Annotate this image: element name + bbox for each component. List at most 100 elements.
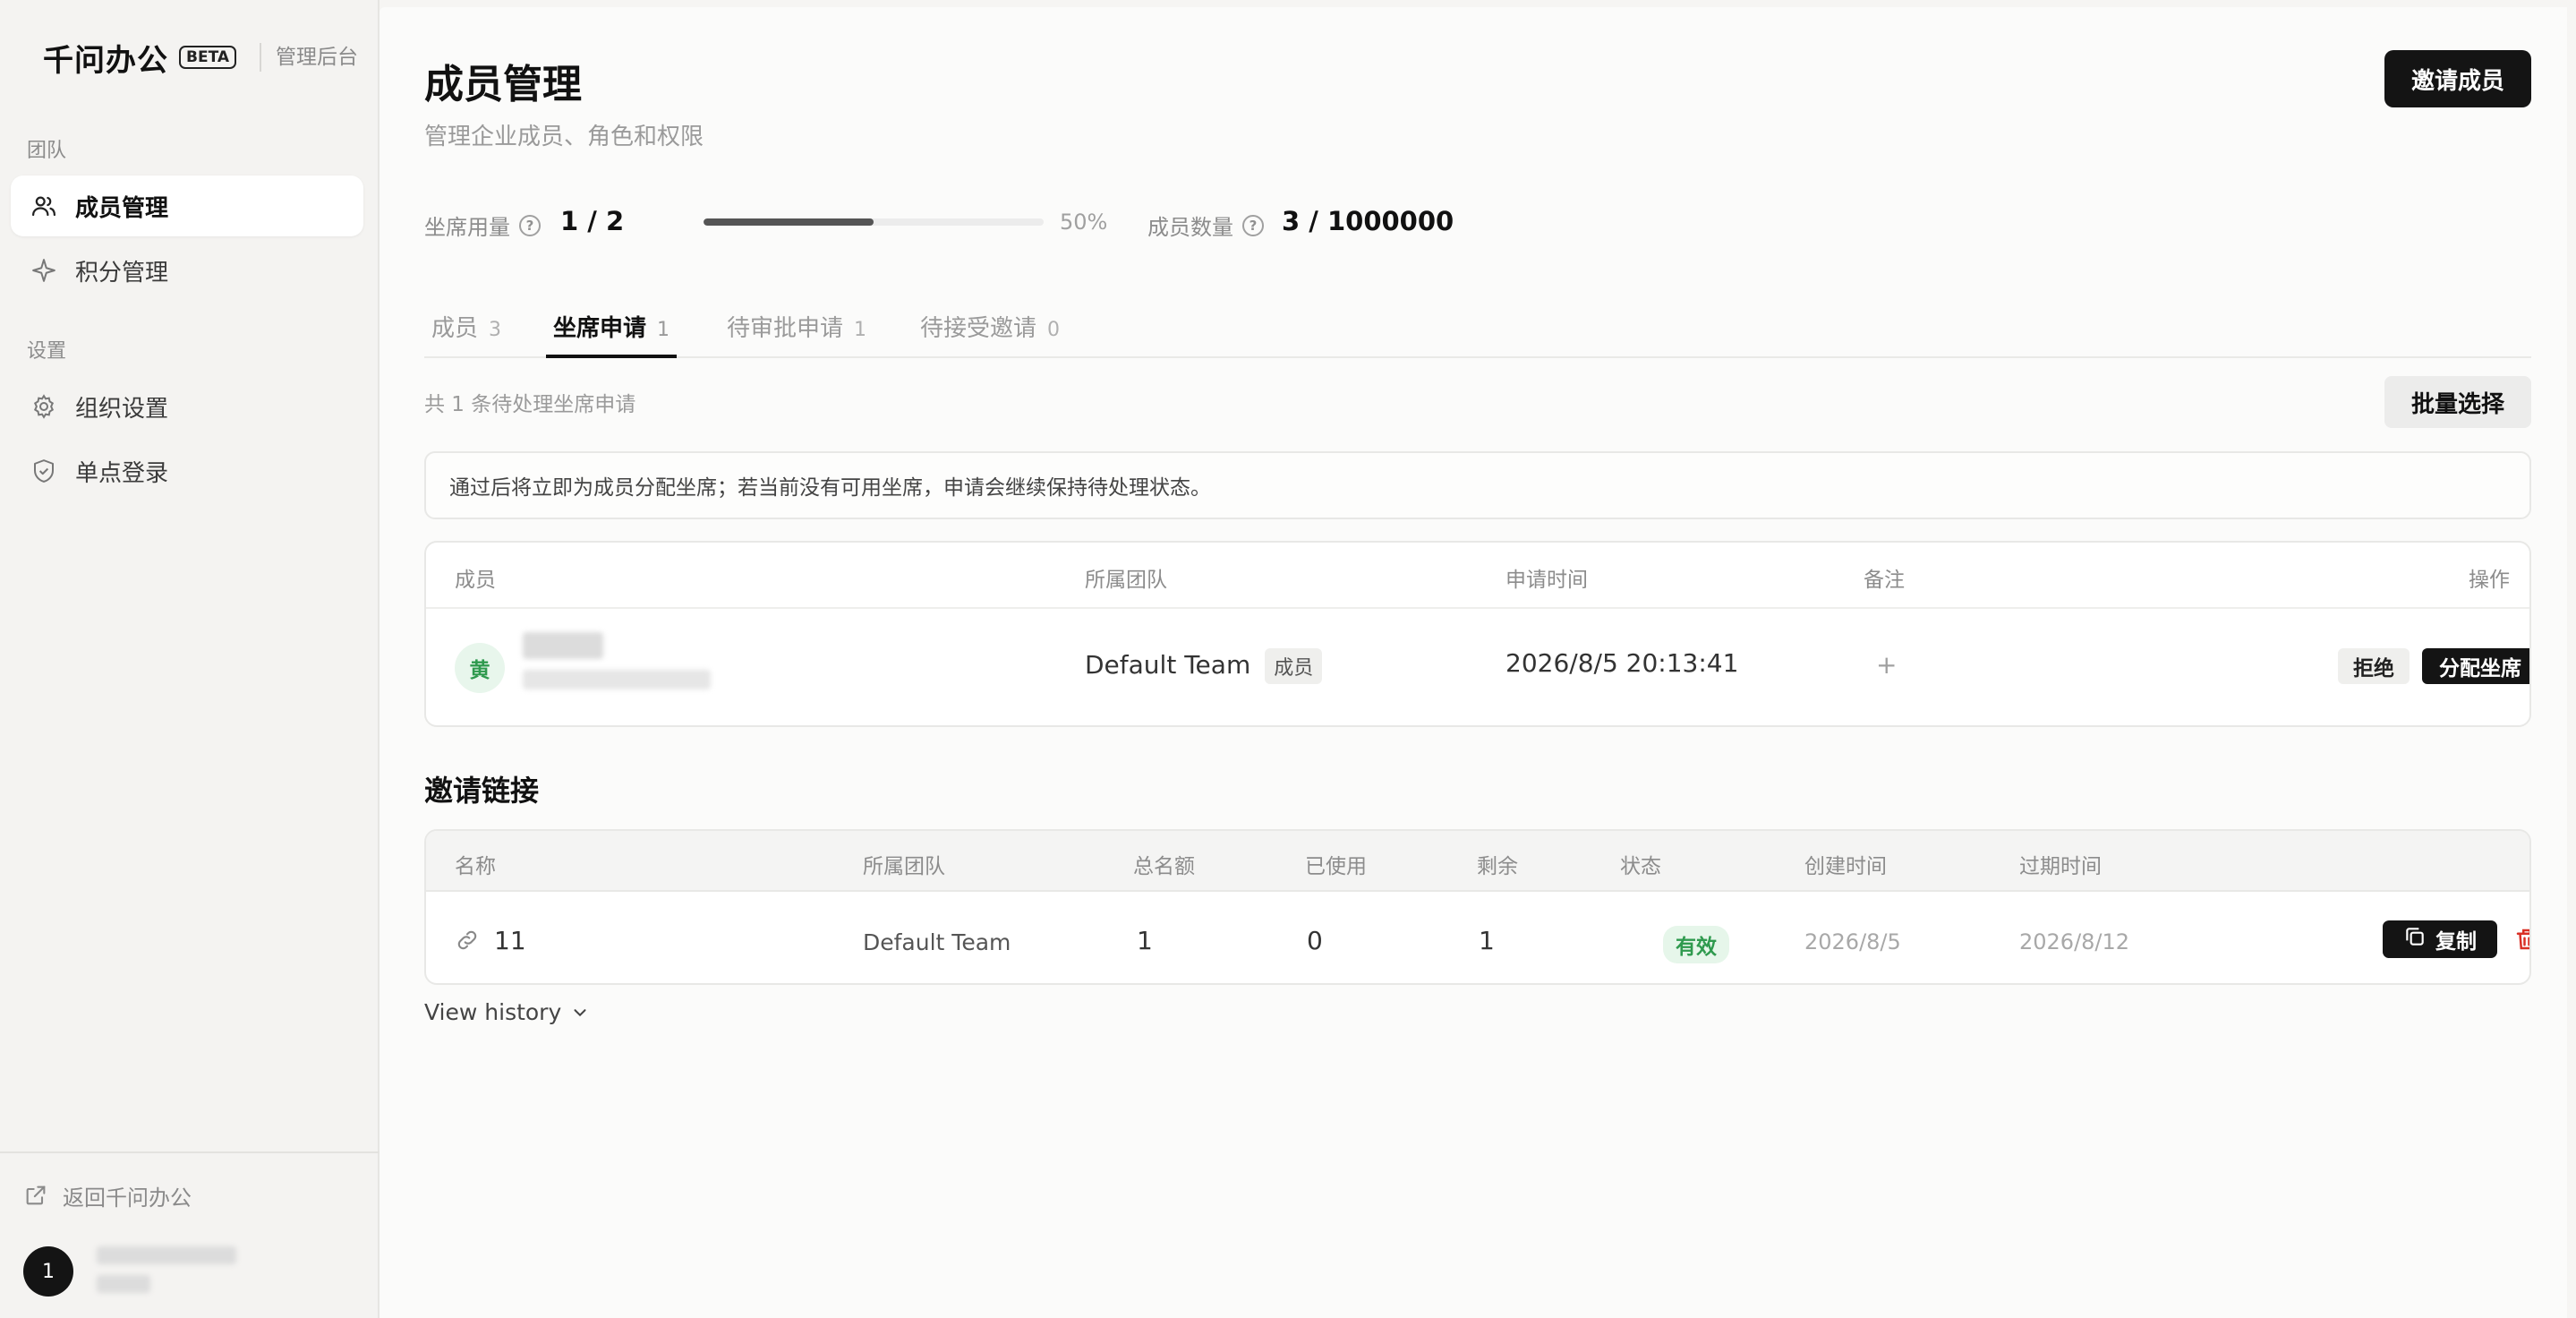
tab-members[interactable]: 成员 3: [424, 310, 508, 358]
user-email-redacted: [97, 1275, 150, 1293]
tab-count: 3: [489, 319, 502, 341]
sidebar-item-org-settings[interactable]: 组织设置: [11, 376, 363, 437]
pending-summary: 共 1 条待处理坐席申请: [424, 393, 636, 416]
tab-seat-requests[interactable]: 坐席申请 1: [546, 310, 678, 358]
link-name: 11: [494, 926, 526, 955]
link-team: Default Team: [863, 929, 1011, 955]
tab-bar: 成员 3 坐席申请 1 待审批申请 1 待接受邀请 0: [424, 294, 2531, 358]
info-notice: 通过后将立即为成员分配坐席；若当前没有可用坐席，申请会继续保持待处理状态。: [424, 451, 2531, 519]
tab-label: 成员: [431, 315, 479, 342]
tab-label: 坐席申请: [553, 315, 647, 342]
brand[interactable]: 千问办公 BETA: [43, 36, 237, 79]
add-note-button[interactable]: +: [1876, 650, 1897, 680]
nav-group-team-label: 团队: [27, 140, 67, 162]
tab-count: 0: [1047, 319, 1061, 341]
team-name: Default Team: [1085, 650, 1251, 680]
assign-seat-button[interactable]: 分配坐席: [2422, 648, 2529, 684]
sidebar-item-label: 单点登录: [75, 459, 169, 487]
team-cell: Default Team 成员: [1085, 648, 1323, 684]
link-icon: [455, 928, 480, 956]
column-header: 所属团队: [863, 855, 945, 878]
role-badge: 成员: [1265, 648, 1323, 684]
invite-member-button[interactable]: 邀请成员: [2384, 50, 2531, 107]
sidebar-item-label: 成员管理: [75, 194, 169, 222]
sidebar-divider: [0, 1151, 380, 1153]
link-created: 2026/8/5: [1804, 929, 1901, 954]
copy-label: 复制: [2435, 930, 2477, 954]
view-history-toggle[interactable]: View history: [424, 999, 590, 1025]
request-time: 2026/8/5 20:13:41: [1506, 648, 1739, 678]
sidebar-item-points[interactable]: 积分管理: [11, 240, 363, 301]
table-header: 名称 所属团队 总名额 已使用 剩余 状态 创建时间 过期时间: [426, 831, 2529, 892]
delete-icon[interactable]: [2513, 926, 2529, 953]
seat-usage-percent: 50%: [1060, 210, 1108, 235]
member-count-label-text: 成员数量: [1147, 215, 1233, 240]
column-header: 申请时间: [1506, 569, 1588, 592]
tab-pending-approvals[interactable]: 待审批申请 1: [720, 310, 874, 358]
copy-link-button[interactable]: 复制: [2383, 920, 2497, 958]
sidebar-item-members[interactable]: 成员管理: [11, 175, 363, 236]
user-avatar[interactable]: 1: [23, 1246, 73, 1297]
column-header: 总名额: [1133, 855, 1195, 878]
tab-count: 1: [657, 319, 670, 341]
member-name-redacted: [523, 632, 603, 659]
reject-button[interactable]: 拒绝: [2338, 648, 2410, 684]
page-title: 成员管理: [424, 62, 582, 107]
seat-usage-progress-fill: [704, 218, 874, 226]
avatar: 黄: [455, 643, 505, 693]
link-remaining: 1: [1479, 926, 1495, 955]
shield-icon: [29, 456, 59, 486]
brand-divider: [260, 43, 261, 72]
seat-usage-value: 1 / 2: [560, 206, 625, 236]
brand-name: 千问办公: [43, 42, 168, 79]
column-header: 已使用: [1305, 855, 1367, 878]
column-header: 剩余: [1477, 855, 1518, 878]
link-total: 1: [1137, 926, 1153, 955]
beta-badge: BETA: [179, 46, 237, 69]
column-header: 成员: [455, 569, 496, 592]
copy-icon: [2403, 925, 2427, 954]
column-header: 操作: [2469, 569, 2510, 592]
column-header: 所属团队: [1085, 569, 1167, 592]
admin-label: 管理后台: [276, 46, 358, 69]
invite-links-title: 邀请链接: [424, 774, 540, 808]
column-header: 状态: [1620, 855, 1661, 878]
sidebar-item-sso[interactable]: 单点登录: [11, 441, 363, 501]
seat-usage-label: 坐席用量 ?: [424, 210, 541, 241]
nav-group-settings-label: 设置: [27, 340, 67, 363]
column-header: 名称: [455, 855, 496, 878]
member-email-redacted: [523, 670, 711, 689]
tab-label: 待接受邀请: [920, 315, 1037, 342]
user-name-redacted: [97, 1246, 236, 1264]
header-divider: [426, 607, 2529, 609]
users-icon: [29, 191, 59, 221]
status-badge: 有效: [1663, 926, 1729, 963]
seat-usage-label-text: 坐席用量: [424, 215, 510, 240]
tab-label: 待审批申请: [727, 315, 844, 342]
column-header: 创建时间: [1804, 855, 1887, 878]
member-count-value: 3 / 1000000: [1282, 206, 1454, 236]
tab-count: 1: [854, 319, 867, 341]
sidebar-item-label: 组织设置: [75, 395, 169, 423]
back-link-label: 返回千问办公: [63, 1185, 192, 1211]
chevron-down-icon: [574, 1008, 586, 1016]
sparkle-icon: [29, 255, 59, 286]
member-count-label: 成员数量 ?: [1147, 210, 1264, 241]
link-used: 0: [1307, 926, 1323, 955]
batch-select-button[interactable]: 批量选择: [2384, 376, 2531, 428]
sidebar: 千问办公 BETA 管理后台 团队 成员管理 积分管理 设置 组织设置 单点登录…: [0, 0, 380, 1318]
back-to-app-link[interactable]: 返回千问办公: [23, 1180, 192, 1211]
sidebar-item-label: 积分管理: [75, 259, 169, 287]
tab-pending-invitations[interactable]: 待接受邀请 0: [913, 310, 1067, 358]
column-header: 过期时间: [2019, 855, 2102, 878]
link-expires: 2026/8/12: [2019, 929, 2130, 954]
external-link-icon: [23, 1183, 50, 1210]
main-content: 成员管理 管理企业成员、角色和权限 邀请成员 坐席用量 ? 1 / 2 50% …: [380, 7, 2567, 1318]
seat-usage-progress: [704, 218, 1044, 226]
column-header: 备注: [1864, 569, 1905, 592]
gear-icon: [29, 391, 59, 422]
help-icon[interactable]: ?: [1242, 214, 1264, 236]
seat-request-table: 成员 所属团队 申请时间 备注 操作 黄 Default Team 成员 2026…: [424, 541, 2531, 727]
help-icon[interactable]: ?: [519, 214, 541, 236]
view-history-label: View history: [424, 999, 562, 1025]
